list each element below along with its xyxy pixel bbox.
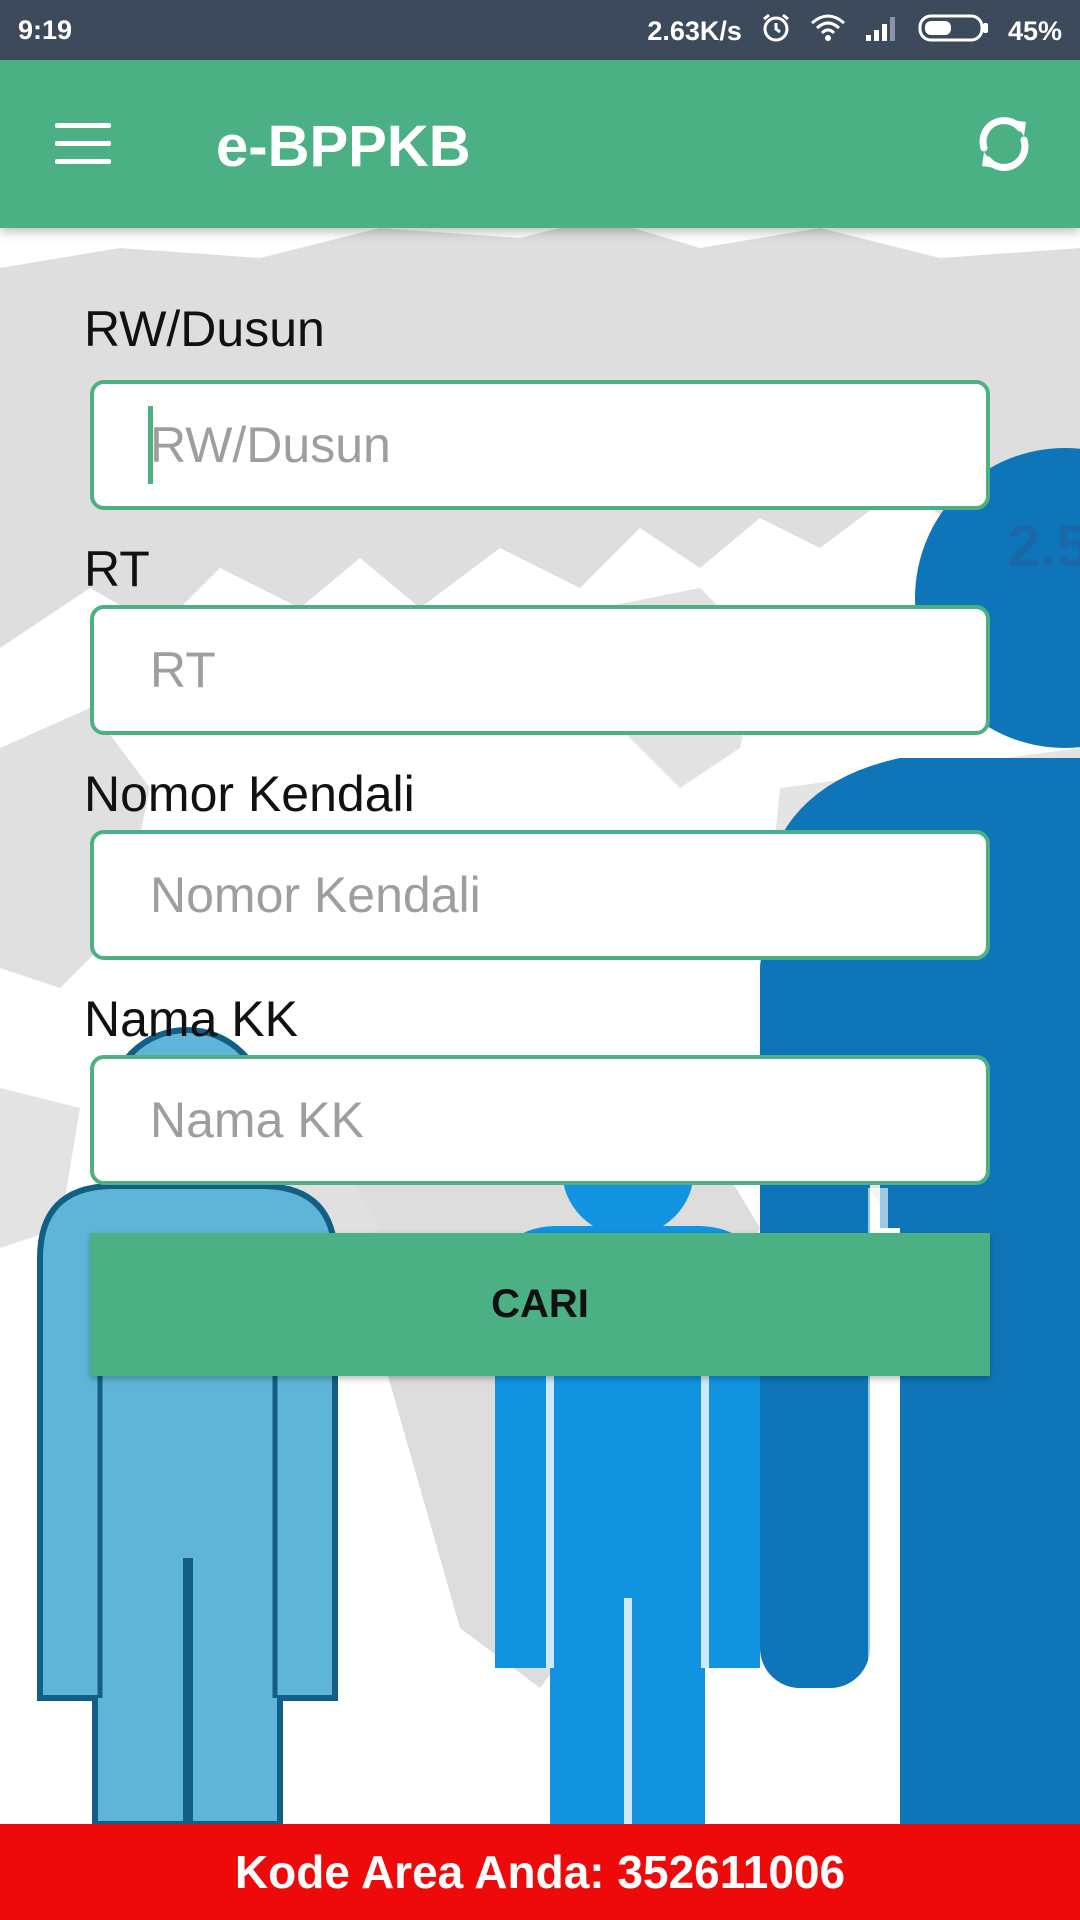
battery-percent: 45% xyxy=(1007,16,1062,46)
search-form: RW/Dusun RT Nomor Kendali Nama KK CARI xyxy=(0,228,1080,1428)
area-code-footer: Kode Area Anda: 352611006 xyxy=(0,1824,1080,1920)
nomor-kendali-input[interactable] xyxy=(90,830,990,960)
nomor-kendali-label: Nomor Kendali xyxy=(84,766,415,822)
text-caret xyxy=(148,406,153,484)
wifi-icon xyxy=(810,13,846,50)
network-speed: 2.63K/s xyxy=(647,16,742,46)
nama-kk-input[interactable] xyxy=(90,1055,990,1185)
rw-dusun-input[interactable] xyxy=(90,380,990,510)
signal-icon xyxy=(864,13,900,50)
battery-icon xyxy=(918,13,990,50)
rw-dusun-label: RW/Dusun xyxy=(84,301,325,357)
cari-button[interactable]: CARI xyxy=(90,1233,990,1376)
rt-label: RT xyxy=(84,541,150,597)
hamburger-menu-icon[interactable] xyxy=(55,123,111,165)
nama-kk-label: Nama KK xyxy=(84,991,298,1047)
status-time: 9:19 xyxy=(18,15,73,45)
app-bar: e-BPPKB xyxy=(0,60,1080,228)
status-bar: 9:19 2.63K/s 45% xyxy=(0,0,1080,60)
rt-input[interactable] xyxy=(90,605,990,735)
refresh-icon[interactable] xyxy=(968,108,1040,180)
status-right: 2.63K/s 45% xyxy=(647,12,1062,51)
alarm-icon xyxy=(760,12,792,51)
app-title: e-BPPKB xyxy=(216,114,471,179)
